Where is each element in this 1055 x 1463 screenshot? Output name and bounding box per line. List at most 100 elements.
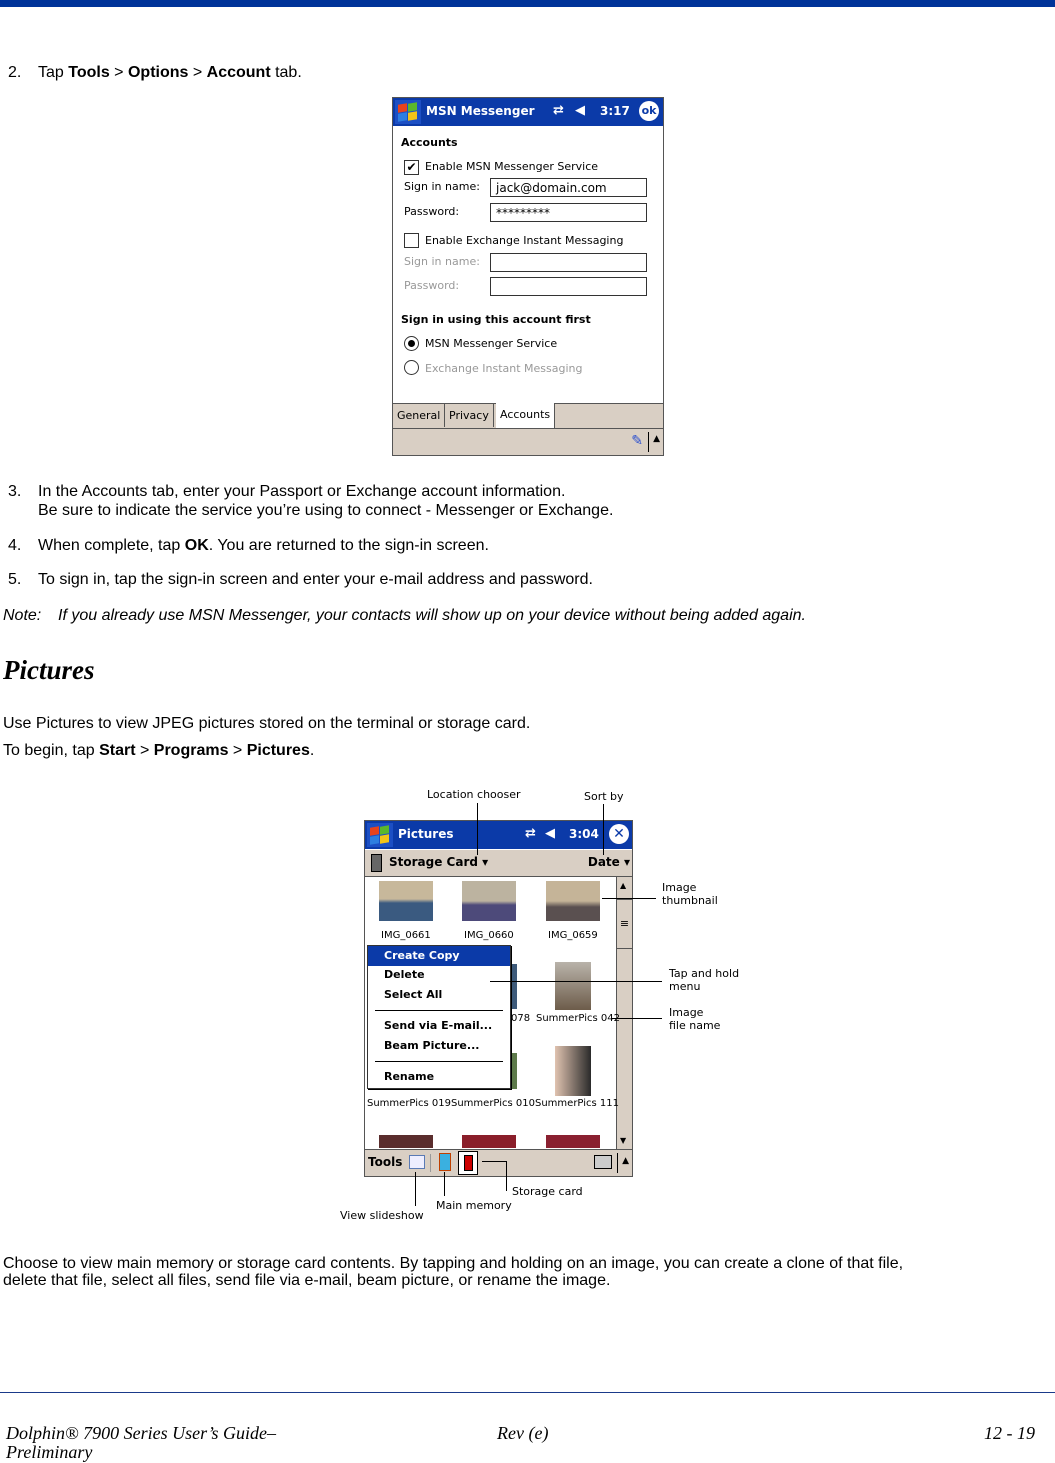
menu-item-beam-picture[interactable]: Beam Picture... [368, 1036, 510, 1056]
image-file-name: 078 [511, 1013, 531, 1024]
msn-signin-input[interactable]: jack@domain.com [490, 178, 647, 197]
msn-password-label: Password: [404, 205, 460, 218]
tab-strip: General Privacy Accounts [393, 403, 663, 428]
keyboard-icon[interactable] [594, 1155, 612, 1169]
image-file-name: SummerPics 019 [367, 1098, 451, 1109]
callout-image-thumbnail: Image thumbnail [662, 881, 718, 907]
title-bar: MSN Messenger ⇄ ◀ 3:17 ok [393, 98, 663, 126]
callout-location-chooser: Location chooser [427, 788, 521, 801]
start-menu-icon[interactable] [367, 823, 393, 847]
menu-item-create-copy[interactable]: Create Copy [368, 946, 510, 966]
image-thumbnail[interactable] [555, 962, 591, 1010]
volume-icon[interactable]: ◀ [575, 103, 585, 118]
pictures-screenshot: Pictures ⇄ ◀ 3:04 ✕ Storage Card ▾ Date … [364, 820, 633, 1177]
storage-card-button[interactable] [458, 1151, 478, 1175]
accounts-heading: Accounts [401, 136, 458, 149]
image-file-name: IMG_0661 [381, 930, 431, 941]
clock[interactable]: 3:04 [569, 827, 599, 841]
menu-item-select-all[interactable]: Select All [368, 985, 510, 1005]
sign-in-first-heading: Sign in using this account first [401, 313, 591, 326]
location-chooser[interactable]: Storage Card ▾ [389, 855, 488, 869]
radio-msn[interactable] [404, 336, 419, 351]
ok-button[interactable]: ok [639, 101, 659, 121]
storage-card-icon [371, 854, 382, 872]
image-thumbnail[interactable] [462, 881, 516, 921]
step-2: 2. Tap Tools > Options > Account tab. [8, 64, 302, 81]
callout-storage-card: Storage card [512, 1185, 583, 1198]
enable-msn-checkbox[interactable]: ✔ [404, 160, 419, 175]
image-file-name: SummerPics 010 [451, 1098, 535, 1109]
tools-menu[interactable]: Tools [368, 1155, 402, 1169]
slideshow-icon[interactable] [409, 1155, 425, 1169]
exchange-password-input[interactable] [490, 277, 647, 296]
radio-exchange-label: Exchange Instant Messaging [425, 362, 583, 375]
image-file-name: IMG_0660 [464, 930, 514, 941]
footer-revision: Rev (e) [497, 1423, 549, 1443]
tab-accounts[interactable]: Accounts [496, 403, 556, 428]
tab-general[interactable]: General [393, 404, 446, 427]
input-menu-arrow-icon[interactable]: ▲ [622, 1156, 629, 1166]
start-menu-icon[interactable] [395, 100, 421, 124]
callout-line [506, 1161, 507, 1191]
menu-item-rename[interactable]: Rename [368, 1067, 510, 1087]
connectivity-icon[interactable]: ⇄ [525, 826, 536, 841]
menu-item-delete[interactable]: Delete [368, 965, 510, 985]
enable-exchange-label: Enable Exchange Instant Messaging [425, 234, 624, 247]
app-title: MSN Messenger [426, 104, 535, 118]
menu-separator [375, 1010, 503, 1011]
volume-icon[interactable]: ◀ [545, 826, 555, 841]
callout-line [444, 1172, 445, 1196]
menu-item-send-via-email[interactable]: Send via E-mail... [368, 1016, 510, 1036]
image-thumbnail[interactable] [379, 881, 433, 921]
msn-password-input[interactable]: ********* [490, 203, 647, 222]
menu-separator [375, 1061, 503, 1062]
input-menu-arrow-icon[interactable]: ▲ [653, 434, 660, 444]
msn-messenger-screenshot: MSN Messenger ⇄ ◀ 3:17 ok Accounts ✔ Ena… [392, 97, 664, 456]
image-thumbnail[interactable] [555, 1046, 591, 1096]
image-file-name: SummerPics 042 [536, 1013, 620, 1024]
step-4: 4. When complete, tap OK. You are returne… [8, 537, 489, 554]
top-color-bar [0, 0, 1055, 7]
picture-toolbar: Storage Card ▾ Date ▾ [365, 850, 632, 877]
step-5: 5. To sign in, tap the sign-in screen and… [8, 571, 593, 588]
exchange-signin-input[interactable] [490, 253, 647, 272]
exchange-signin-label: Sign in name: [404, 255, 480, 268]
scroll-up-icon[interactable]: ▲ [620, 881, 626, 890]
note: Note: If you already use MSN Messenger, y… [3, 607, 806, 624]
callout-main-memory: Main memory [436, 1199, 512, 1212]
radio-msn-label: MSN Messenger Service [425, 337, 558, 350]
callout-line [602, 898, 656, 899]
image-file-name: SummerPics 111 [535, 1098, 619, 1109]
footer-page-number: 12 - 19 [984, 1423, 1035, 1443]
step-3: 3. In the Accounts tab, enter your Passpo… [8, 483, 614, 519]
section-heading-pictures: Pictures [3, 655, 95, 685]
enable-exchange-checkbox[interactable] [404, 233, 419, 248]
callout-line [477, 803, 478, 855]
close-icon[interactable]: ✕ [609, 824, 629, 844]
command-bar: ✎ ▲ [393, 428, 663, 455]
callout-sort-by: Sort by [584, 790, 624, 803]
app-title: Pictures [398, 827, 454, 841]
main-memory-icon[interactable] [439, 1153, 451, 1171]
title-bar: Pictures ⇄ ◀ 3:04 ✕ [365, 821, 632, 849]
callout-line [612, 1018, 662, 1019]
sort-by-dropdown[interactable]: Date ▾ [588, 855, 630, 869]
scroll-down-icon[interactable]: ▼ [620, 1136, 626, 1145]
tab-privacy[interactable]: Privacy [445, 404, 494, 427]
tap-and-hold-menu: Create Copy Delete Select All Send via E… [367, 945, 511, 1089]
image-thumbnail[interactable] [379, 1135, 433, 1148]
callout-view-slideshow: View slideshow [340, 1209, 424, 1222]
pen-input-icon[interactable]: ✎ [631, 433, 643, 449]
image-thumbnail[interactable] [462, 1135, 516, 1148]
scroll-thumb[interactable]: ≡ [617, 899, 632, 949]
footer-title: Dolphin® 7900 Series User’s Guide– Prelim… [6, 1423, 276, 1462]
radio-exchange[interactable] [404, 360, 419, 375]
connectivity-icon[interactable]: ⇄ [553, 103, 564, 118]
callout-image-file-name: Image file name [669, 1006, 721, 1032]
enable-msn-label: Enable MSN Messenger Service [425, 160, 599, 173]
command-bar: Tools ▲ [365, 1149, 632, 1176]
image-thumbnail[interactable] [546, 881, 600, 921]
image-thumbnail[interactable] [546, 1135, 600, 1148]
callout-tap-and-hold-menu: Tap and hold menu [669, 967, 740, 993]
clock[interactable]: 3:17 [600, 104, 630, 118]
